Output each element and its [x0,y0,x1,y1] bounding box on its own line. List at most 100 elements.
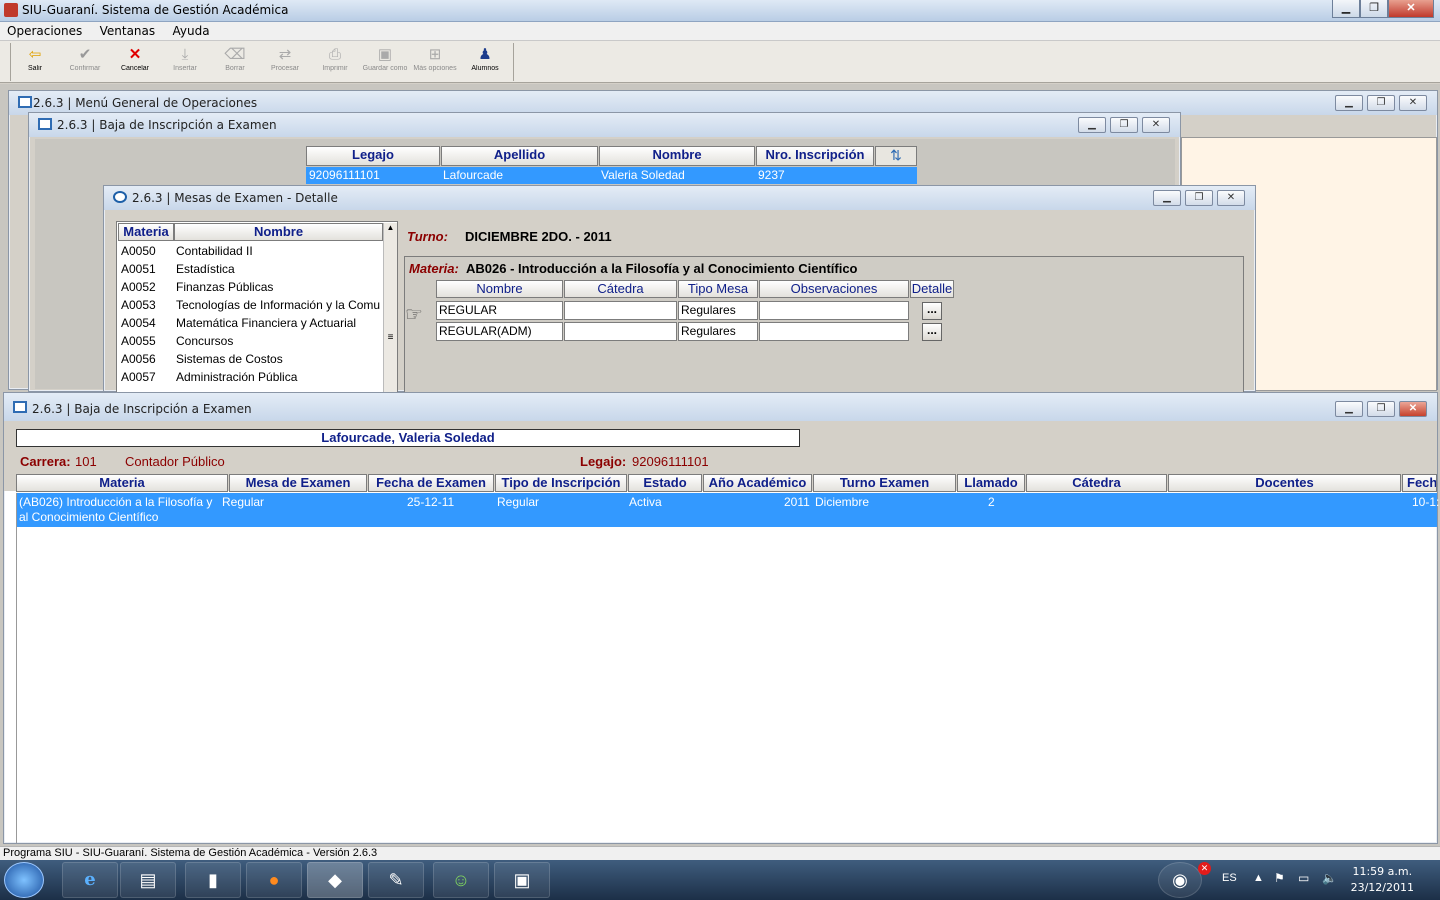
turno-label: Turno: [407,229,448,244]
close-button[interactable]: ✕ [1399,95,1427,111]
minimize-button[interactable]: ▁ [1078,117,1106,133]
list-item[interactable]: A0051 Estadística [117,260,383,278]
table-row[interactable]: (AB026) Introducción a la Filosofía y al… [16,493,1439,527]
col-estado: Estado [628,474,702,492]
maximize-button[interactable]: ❐ [1185,190,1213,206]
clock-date: 23/12/2011 [1350,881,1414,894]
mesa-observaciones-field[interactable] [759,322,909,341]
list-item[interactable]: A0056 Sistemas de Costos [117,350,383,368]
col-observaciones: Observaciones [759,280,909,298]
window-icon [38,118,52,130]
notification-badge: ✕ [1198,862,1211,875]
materia-label: Materia: [409,261,459,276]
volume-icon[interactable]: 🔈 [1322,871,1337,885]
list-item[interactable]: A0057 Administración Pública [117,368,383,386]
cancelar-button[interactable]: ✕ Cancelar [111,45,159,79]
flag-icon[interactable]: ⚑ [1274,871,1285,885]
folder-icon[interactable]: ▤ [120,862,176,898]
materia-code: A0054 [121,316,156,330]
materia-name: Administración Pública [176,370,298,384]
language-indicator[interactable]: ES [1222,872,1237,884]
cell-apellido: Lafourcade [443,168,504,182]
maximize-button[interactable]: ❐ [1360,0,1388,18]
cell-legajo: 92096111101 [309,168,380,182]
list-item[interactable]: A0054 Matemática Financiera y Actuarial [117,314,383,332]
minimize-button[interactable]: ▁ [1332,0,1360,18]
menu-ayuda[interactable]: Ayuda [165,22,216,40]
close-button[interactable]: ✕ [1399,401,1427,417]
mesa-nombre-field[interactable]: REGULAR(ADM) [436,322,563,341]
imprimir-button[interactable]: ⎙ Imprimir [311,45,359,79]
mesa-catedra-field[interactable] [564,322,677,341]
list-item[interactable]: A0050 Contabilidad II [117,242,383,260]
mesa-nombre-field[interactable]: REGULAR [436,301,563,320]
menu-operaciones[interactable]: Operaciones [0,22,89,40]
borrar-button[interactable]: ⌫ Borrar [211,45,259,79]
col-catedra: Cátedra [564,280,677,298]
list-scrollbar[interactable]: ▲ ≡ [383,223,397,393]
procesar-button[interactable]: ⇄ Procesar [261,45,309,79]
network-icon[interactable]: ▭ [1298,871,1309,885]
confirmar-button[interactable]: ✔ Confirmar [61,45,109,79]
scroll-up-icon[interactable]: ▲ [384,223,397,232]
materia-code: A0053 [121,298,156,312]
legajo-value: 92096111101 [632,454,709,469]
start-button[interactable] [4,862,44,898]
maximize-button[interactable]: ❐ [1367,95,1395,111]
app-logo-icon [4,3,18,17]
siu-guarani-icon[interactable]: ◆ [307,862,363,898]
menu-bar: Operaciones Ventanas Ayuda [0,22,1440,41]
carrera-name: Contador Público [125,454,225,469]
firefox-icon[interactable]: ● [246,862,302,898]
close-button[interactable]: ✕ [1388,0,1434,18]
clock[interactable]: 11:59 a.m. 23/12/2011 [1351,864,1414,896]
menu-ventanas[interactable]: Ventanas [93,22,163,40]
show-hidden-icons[interactable]: ▲ [1253,872,1264,884]
minimize-button[interactable]: ▁ [1335,95,1363,111]
detalle-button[interactable]: ... [922,323,942,341]
scroll-thumb-grip[interactable]: ≡ [384,332,397,343]
col-nro-inscripcion: Nro. Inscripción [756,146,874,166]
close-button[interactable]: ✕ [1142,117,1170,133]
pointer-hand-icon: ☞ [405,304,423,326]
list-item[interactable]: A0053 Tecnologías de Información y la Com… [117,296,383,314]
window-icon [13,401,27,413]
col-materia: Materia [118,223,174,241]
materia-name: Finanzas Públicas [176,280,274,294]
messenger-icon[interactable]: ☺ [433,862,489,898]
tray-app-icon[interactable]: ◉ [1158,862,1202,898]
close-button[interactable]: ✕ [1217,190,1245,206]
notepad-icon[interactable]: ✎ [368,862,424,898]
app-icon-dark[interactable]: ▮ [185,862,241,898]
maximize-button[interactable]: ❐ [1110,117,1138,133]
detalle-button[interactable]: ... [922,302,942,320]
list-item[interactable]: A0055 Concursos [117,332,383,350]
materia-code: A0056 [121,352,156,366]
col-nombre-mesa: Nombre [436,280,563,298]
mas-opciones-button[interactable]: ⊞ Más opciones [411,45,459,79]
mesa-catedra-field[interactable] [564,301,677,320]
network-app-icon[interactable]: ▣ [494,862,550,898]
col-fecha-examen: Fecha de Examen [368,474,494,492]
list-item[interactable]: A0052 Finanzas Públicas [117,278,383,296]
insertar-button[interactable]: ⤓ Insertar [161,45,209,79]
sort-icon[interactable]: ⇅ [875,146,917,166]
minimize-button[interactable]: ▁ [1153,190,1181,206]
mesa-tipo-field[interactable]: Regulares [678,301,758,320]
legajo-label: Legajo: [580,454,627,469]
guardar-como-button[interactable]: ▣ Guardar como [361,45,409,79]
exit-arrow-icon: ⇦ [28,46,42,63]
mesa-observaciones-field[interactable] [759,301,909,320]
save-icon: ▣ [377,46,393,63]
salir-button[interactable]: ⇦ Salir [11,45,59,79]
minimize-button[interactable]: ▁ [1335,401,1363,417]
mesa-tipo-field[interactable]: Regulares [678,322,758,341]
col-legajo: Legajo [306,146,440,166]
window-title: 2.6.3 | Baja de Inscripción a Examen [32,402,252,416]
more-options-icon: ⊞ [428,46,442,63]
table-row[interactable]: 92096111101 Lafourcade Valeria Soledad 9… [306,167,917,184]
alumnos-button[interactable]: ♟ Alumnos [461,45,509,79]
col-nombre: Nombre [174,223,383,241]
browser-ie-icon[interactable]: e [62,862,118,898]
maximize-button[interactable]: ❐ [1367,401,1395,417]
